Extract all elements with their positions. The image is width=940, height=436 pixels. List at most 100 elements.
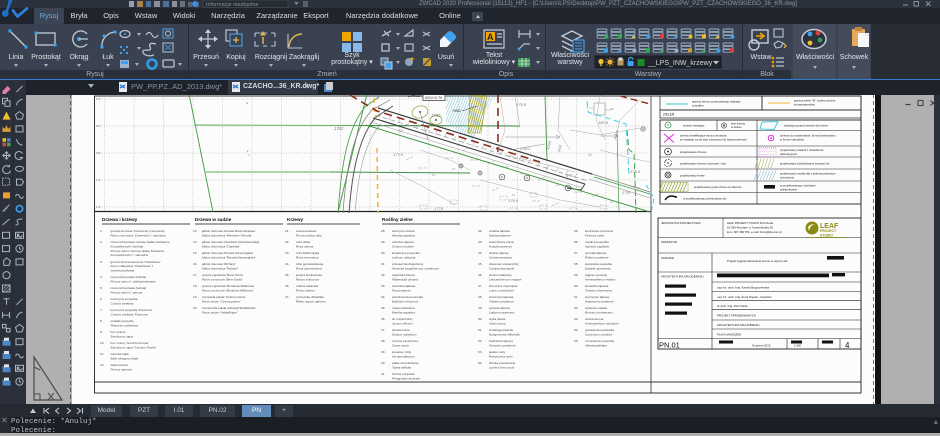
svg-text:wyczyniec łąkowy: wyczyniec łąkowy (585, 295, 610, 299)
svg-text:Malus domestica 'Renata Kanecz: Malus domestica 'Renata Kaneczajska' (202, 255, 256, 259)
svg-text:Knorpelkirsche' (wiśnia): Knorpelkirsche' (wiśnia) (111, 244, 144, 248)
svg-text:Lathyrus pratensis: Lathyrus pratensis (489, 310, 515, 314)
svg-text:mięta nadwodna: mięta nadwodna (392, 306, 415, 310)
svg-text:5.: 5. (100, 286, 103, 290)
svg-text:Pyrus avium 'Czarna późna': Pyrus avium 'Czarna późna' (202, 299, 241, 303)
svg-text:Leucanthemum vulgare: Leucanthemum vulgare (489, 277, 522, 281)
svg-text:firletka poszarpana: firletka poszarpana (489, 361, 515, 365)
svg-text:Salvia pratensis: Salvia pratensis (489, 233, 511, 237)
svg-text:49.: 49. (478, 306, 482, 310)
svg-text:7.: 7. (100, 308, 103, 312)
svg-text:9.: 9. (100, 330, 103, 334)
svg-text:turzyca zaostrzona: turzyca zaostrzona (392, 339, 418, 343)
svg-text:ZADANIE: ZADANIE (661, 256, 674, 260)
svg-text:projektowane drzewo: projektowane drzewo (680, 150, 707, 154)
svg-text:projektowany półdzikowany żw: projektowany półdzikowany żwirowy lub (780, 162, 830, 166)
svg-text:12: 12 (588, 153, 592, 157)
svg-text:szerokostożkowa: szerokostożkowa (111, 269, 135, 273)
svg-text:Lychnis flos-cuculi: Lychnis flos-cuculi (489, 365, 514, 369)
svg-text:k: k (247, 149, 249, 153)
svg-text:52.: 52. (478, 339, 482, 343)
svg-text:41.: 41. (381, 372, 385, 376)
svg-text:40.: 40. (381, 361, 385, 365)
svg-text:wierzba biała: wierzba biała (111, 352, 129, 356)
svg-text:projektowany krzew: projektowany krzew (680, 174, 706, 178)
svg-text:48.: 48. (478, 295, 482, 299)
svg-text:malina właściwa: malina właściwa (296, 284, 319, 288)
svg-text:42.: 42. (478, 229, 482, 233)
svg-text:.: . (676, 126, 677, 128)
svg-text:róża dzika: róża dzika (296, 240, 310, 244)
svg-text:czeremcha ptasia (wiśnia)'Held: czeremcha ptasia (wiśnia)'Heldelfińska' (202, 306, 256, 310)
svg-text:Pyrus communis 'Bera Ozola': Pyrus communis 'Bera Ozola' (202, 277, 243, 281)
svg-text:Ribes nigrum alpinum: Ribes nigrum alpinum (296, 299, 326, 303)
svg-text:Corylus avellana: Corylus avellana (111, 302, 134, 306)
svg-text:trzcina pospolita: trzcina pospolita (392, 372, 415, 376)
svg-text:175: 175 (96, 97, 101, 101)
svg-text:Rośliny zielne: Rośliny zielne (382, 217, 413, 222)
svg-text:dr arch. kraj. Piotr Reda: dr arch. kraj. Piotr Reda (717, 304, 748, 308)
svg-text:64/9: 64/9 (557, 144, 563, 152)
svg-text:stań drzewa: stań drzewa (731, 122, 746, 126)
svg-text:jabłoń domowa 'Charlotta' (Cha: jabłoń domowa 'Charlotta' (Chartamówka) (201, 240, 259, 244)
svg-text:Ranunculus acris: Ranunculus acris (489, 354, 513, 358)
svg-text:grusza ogrodowa 'Bera Ozola': grusza ogrodowa 'Bera Ozola' (202, 273, 244, 277)
svg-text:39.: 39. (381, 350, 385, 354)
svg-text:1779: 1779 (434, 206, 444, 211)
svg-text:grzebienica pospolita: grzebienica pospolita (585, 328, 614, 332)
svg-text:czeremcha ptasia (wiśnia): czeremcha ptasia (wiśnia) (111, 286, 147, 290)
svg-text:3.: 3. (100, 260, 103, 264)
svg-text:Anthoxanthum odoratum: Anthoxanthum odoratum (584, 321, 619, 325)
svg-text:Phleum pratense: Phleum pratense (585, 255, 609, 259)
svg-text:Malus domestica 'Richard': Malus domestica 'Richard' (202, 266, 238, 270)
svg-text:jabłoń domowa 'Renata Beshosło: jabłoń domowa 'Renata Beshosłowska' (201, 229, 256, 233)
svg-text:bodziszek łąkowy: bodziszek łąkowy (489, 339, 514, 343)
svg-text:2.: 2. (100, 240, 103, 244)
svg-text:180.6: 180.6 (598, 120, 609, 125)
svg-text:29.: 29. (381, 240, 385, 244)
svg-text:18: 18 (610, 107, 614, 111)
svg-text:kosaciec żółty: kosaciec żółty (392, 350, 412, 354)
svg-text:1790: 1790 (431, 113, 441, 118)
svg-text:grusza drobnoowocowa 'Chanticl: grusza drobnoowocowa 'Chanticleer' (111, 260, 162, 264)
svg-text:27.: 27. (285, 295, 289, 299)
svg-text:Poa pratensis: Poa pratensis (392, 288, 411, 292)
svg-text:śliwa tarnina: śliwa tarnina (111, 363, 128, 367)
svg-text:50.: 50. (478, 317, 482, 321)
svg-text:Mentha aquatica: Mentha aquatica (392, 310, 415, 314)
svg-text:61.: 61. (574, 295, 578, 299)
svg-text:Pyrus avium 'Heldelfinger': Pyrus avium 'Heldelfinger' (202, 310, 238, 314)
svg-text:Alopecurus pratensis: Alopecurus pratensis (584, 299, 614, 303)
svg-text:chaber łąkowy: chaber łąkowy (489, 251, 509, 255)
svg-text:Bromus hordeaceus: Bromus hordeaceus (585, 310, 613, 314)
svg-text:leszczyna pospolita 'Purpurea': leszczyna pospolita 'Purpurea' (111, 308, 153, 312)
svg-text:Prunus spinosa: Prunus spinosa (111, 368, 133, 372)
svg-text:18.: 18. (193, 284, 197, 288)
svg-text:N 72: N 72 (566, 174, 573, 178)
svg-text:64.: 64. (574, 328, 578, 332)
svg-text:PROJEKT APROBOWANYCH: PROJEKT APROBOWANYCH (717, 314, 756, 318)
svg-text:Drzewa w sadzie: Drzewa w sadzie (195, 217, 232, 222)
svg-text:Rosa canina: Rosa canina (296, 244, 313, 248)
svg-text:wyka ptasia: wyka ptasia (489, 317, 505, 321)
svg-text:Scirpus sylvaticus: Scirpus sylvaticus (392, 332, 417, 336)
svg-text:Veronica longifolia ssp. marit: Veronica longifolia ssp. maritimum (392, 266, 439, 270)
svg-text:STUDIO: STUDIO (820, 234, 833, 238)
svg-text:36.: 36. (381, 317, 385, 321)
svg-text:51.: 51. (478, 328, 482, 332)
svg-text:Prunus avium f. wielopostaciow: Prunus avium f. wielopostaciowa (111, 280, 156, 284)
svg-text:177.0: 177.0 (393, 152, 404, 157)
svg-text:kostrzewa czerwona: kostrzewa czerwona (585, 229, 613, 233)
svg-text:37.: 37. (381, 328, 385, 332)
svg-text:Mentha aquatica: Mentha aquatica (392, 233, 415, 237)
svg-text:Arrhenatherum elatius: Arrhenatherum elatius (584, 277, 616, 281)
svg-text:ZIELEŃ: ZIELEŃ (663, 113, 675, 117)
svg-text:23.: 23. (285, 251, 289, 255)
svg-text:62.: 62. (574, 306, 578, 310)
svg-text:Rosa spinosissima: Rosa spinosissima (296, 266, 322, 270)
svg-text:54.: 54. (478, 361, 482, 365)
svg-text:170: 170 (96, 178, 101, 182)
svg-text:przetacznik długolistny: przetacznik długolistny (392, 262, 424, 266)
svg-text:4/1: 4/1 (610, 201, 614, 204)
svg-text:56.: 56. (574, 240, 578, 244)
